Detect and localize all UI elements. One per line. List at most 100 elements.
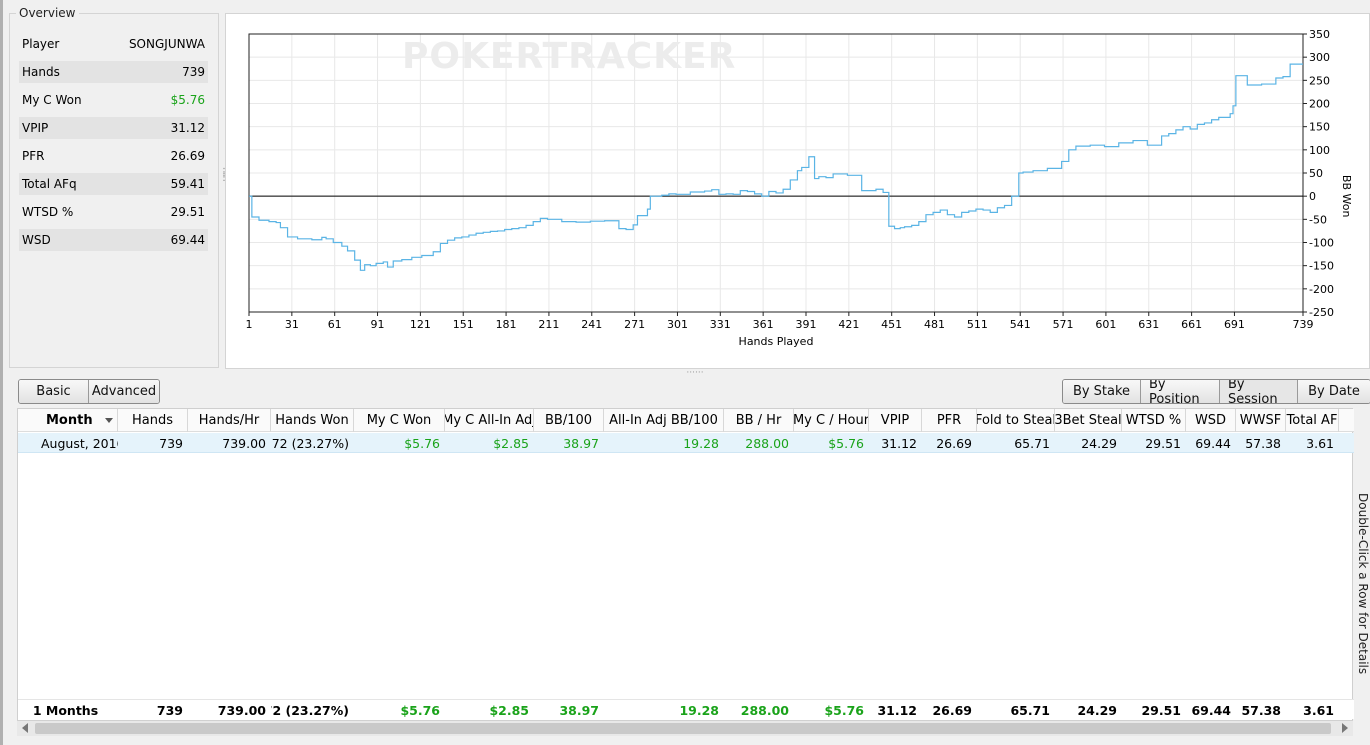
overview-label: Player: [22, 37, 60, 51]
overview-row: PFR 26.69: [19, 145, 208, 167]
table-cell: 29.51: [1141, 702, 1181, 718]
column-header-label: Month: [46, 413, 93, 428]
table-cell: 288.00: [740, 702, 789, 718]
scroll-left-arrow-icon[interactable]: [22, 723, 28, 733]
column-header[interactable]: Fold to Steal: [977, 409, 1055, 432]
table-cell: 24.29: [1081, 435, 1117, 451]
column-header[interactable]: My C All-In Adj: [445, 409, 534, 432]
column-header-label: Hands: [131, 413, 173, 428]
y-axis-label: BB Won: [1340, 175, 1353, 218]
x-tick-label: 571: [1053, 318, 1074, 331]
column-header[interactable]: WWSF: [1236, 409, 1286, 432]
scrollbar-thumb[interactable]: [35, 723, 1331, 734]
table-cell: 31.12: [881, 435, 917, 451]
table-cell: 739: [159, 435, 183, 451]
table-cell: 24.29: [1077, 702, 1117, 718]
overview-row: WSD 69.44: [19, 229, 208, 251]
sort-desc-icon: [105, 418, 113, 423]
column-header-label: VPIP: [880, 413, 910, 428]
table-cell: 65.71: [1014, 435, 1050, 451]
overview-label: WSD: [22, 233, 51, 247]
tab-basic[interactable]: Basic: [19, 380, 89, 403]
column-header[interactable]: My C / Hour: [794, 409, 869, 432]
x-tick-label: 391: [795, 318, 816, 331]
y-tick-label: 200: [1309, 98, 1330, 111]
double-click-hint: Double-Click a Row for Details: [1356, 493, 1370, 675]
table-cell: 69.44: [1195, 435, 1231, 451]
table-cell: $5.76: [824, 702, 864, 718]
y-tick-label: 100: [1309, 144, 1330, 157]
column-header-label: My C All-In Adj: [445, 413, 534, 428]
tab-by-date[interactable]: By Date: [1298, 380, 1370, 403]
series-line: [249, 63, 1303, 271]
column-header[interactable]: Hands: [118, 409, 188, 432]
grouping-tabs: By Stake By Position By Session By Date: [1062, 379, 1370, 404]
table-cell: August, 2016: [41, 435, 118, 451]
tab-advanced[interactable]: Advanced: [89, 380, 159, 403]
x-tick-label: 481: [924, 318, 945, 331]
table-cell: 1 Months: [32, 702, 99, 718]
overview-label: My C Won: [22, 93, 82, 107]
y-tick-label: -200: [1309, 283, 1334, 296]
column-header[interactable]: Month: [18, 409, 118, 432]
column-header[interactable]: BB/100: [534, 409, 604, 432]
column-header[interactable]: My C Won: [354, 409, 445, 432]
x-tick-label: 511: [967, 318, 988, 331]
column-header[interactable]: Total AF: [1286, 409, 1339, 432]
y-tick-label: 250: [1309, 74, 1330, 87]
column-header-label: BB / Hr: [735, 413, 782, 428]
table-cell: $2.85: [493, 435, 529, 451]
table-cell: $5.76: [404, 435, 440, 451]
column-header[interactable]: Hands/Hr: [188, 409, 271, 432]
vertical-splitter-handle[interactable]: ⋮ ⋮: [219, 168, 229, 200]
y-tick-label: -100: [1309, 237, 1334, 250]
table-cell: 288.00: [745, 435, 789, 451]
column-header-label: Total AF: [1286, 413, 1338, 428]
x-tick-label: 631: [1138, 318, 1159, 331]
column-header-label: My C / Hour: [794, 413, 869, 428]
column-header[interactable]: WTSD %: [1122, 409, 1186, 432]
x-tick-label: 151: [453, 318, 474, 331]
x-tick-label: 181: [496, 318, 517, 331]
x-tick-label: 541: [1010, 318, 1031, 331]
y-tick-label: -150: [1309, 260, 1334, 273]
tab-by-session[interactable]: By Session: [1220, 380, 1298, 403]
x-tick-label: 1: [246, 318, 253, 331]
overview-label: WTSD %: [22, 205, 74, 219]
table-cell: 29.51: [1145, 435, 1181, 451]
table-cell: 3.61: [1303, 702, 1334, 718]
column-header[interactable]: 3Bet Steal: [1055, 409, 1122, 432]
view-mode-tabs: Basic Advanced: [18, 379, 160, 404]
stats-table: Month Hands Hands/Hr Hands Won My C Won My C …: [17, 408, 1354, 736]
column-header[interactable]: Hands Won: [271, 409, 354, 432]
table-cell: 57.38: [1245, 435, 1281, 451]
column-header[interactable]: WSD: [1186, 409, 1236, 432]
x-tick-label: 61: [328, 318, 342, 331]
y-tick-label: 50: [1309, 167, 1323, 180]
x-tick-label: 301: [667, 318, 688, 331]
y-tick-label: -250: [1309, 306, 1334, 319]
table-cell: $5.76: [828, 435, 864, 451]
overview-row: Hands 739: [19, 61, 208, 83]
column-header[interactable]: PFR: [922, 409, 977, 432]
x-tick-label: 121: [410, 318, 431, 331]
column-header[interactable]: BB / Hr: [724, 409, 794, 432]
x-tick-label: 331: [710, 318, 731, 331]
column-header[interactable]: All-In Adj BB/100: [604, 409, 724, 432]
overview-value: 29.51: [170, 205, 205, 219]
horizontal-splitter-handle[interactable]: ······: [680, 369, 710, 378]
tab-by-position[interactable]: By Position: [1141, 380, 1220, 403]
pokertracker-watermark: POKERTRACKER: [402, 36, 737, 77]
x-tick-label: 271: [624, 318, 645, 331]
x-tick-label: 451: [881, 318, 902, 331]
column-header[interactable]: VPIP: [869, 409, 922, 432]
overview-row: My C Won $5.76: [19, 89, 208, 111]
horizontal-scrollbar[interactable]: [17, 720, 1353, 736]
tab-by-stake[interactable]: By Stake: [1063, 380, 1141, 403]
table-cell: $5.76: [400, 702, 440, 718]
table-cell: 172 (23.27%): [271, 435, 349, 451]
table-cell: 57.38: [1241, 702, 1281, 718]
overview-value: 31.12: [170, 121, 205, 135]
table-row[interactable]: August, 2016 739 739.00 172 (23.27%) $5.76 $2…: [18, 433, 1354, 453]
scroll-right-arrow-icon[interactable]: [1342, 723, 1348, 733]
